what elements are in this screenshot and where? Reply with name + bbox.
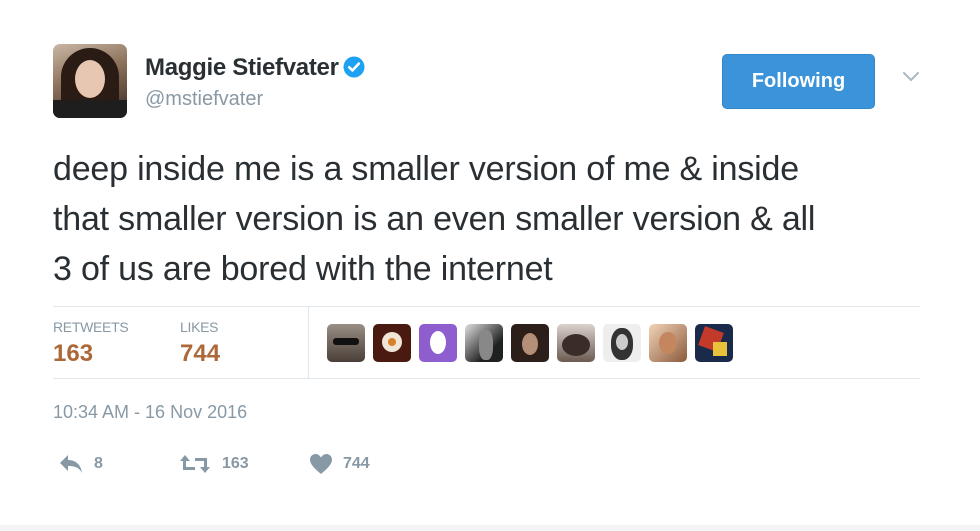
liker-avatar-bb8[interactable] [373, 324, 411, 362]
verified-badge-icon [343, 56, 365, 85]
liker-avatar-glasses[interactable] [327, 324, 365, 362]
tweet-line: deep inside me is a smaller version of m… [53, 150, 799, 188]
chevron-down-icon[interactable] [902, 70, 920, 82]
likers-avatar-row [327, 324, 733, 362]
user-avatar[interactable] [53, 44, 127, 118]
stats-top-divider [53, 306, 920, 307]
user-name-text[interactable]: Maggie Stiefvater [145, 54, 339, 81]
tweet-timestamp[interactable]: 10:34 AM - 16 Nov 2016 [53, 402, 247, 423]
liker-avatar-dark-hair[interactable] [511, 324, 549, 362]
stats-vertical-divider [308, 306, 309, 379]
retweet-icon[interactable] [178, 453, 212, 475]
retweets-count[interactable]: 163 [53, 340, 93, 368]
heart-icon[interactable] [309, 453, 333, 475]
liker-avatar-selfie[interactable] [557, 324, 595, 362]
retweet-action[interactable]: 163 [178, 452, 249, 476]
liker-avatar-warm-photo[interactable] [649, 324, 687, 362]
like-action[interactable]: 744 [309, 452, 370, 476]
avatar-face [75, 60, 105, 98]
liker-avatar-egg[interactable] [419, 324, 457, 362]
tweet-text: deep inside me is a smaller version of m… [53, 144, 933, 294]
bottom-edge [0, 525, 980, 531]
liker-avatar-bw-photo[interactable] [465, 324, 503, 362]
user-handle[interactable]: @mstiefvater [145, 88, 263, 111]
avatar-shirt [53, 100, 127, 118]
liker-avatar-bw-portrait[interactable] [603, 324, 641, 362]
tweet-line: 3 of us are bored with the internet [53, 250, 553, 288]
retweet-count: 163 [222, 455, 249, 472]
likes-label: LIKES [180, 319, 219, 335]
retweets-label: RETWEETS [53, 319, 129, 335]
following-button[interactable]: Following [722, 54, 875, 109]
liker-avatar-art[interactable] [695, 324, 733, 362]
like-count: 744 [343, 455, 370, 472]
reply-count: 8 [94, 455, 103, 472]
reply-icon[interactable] [58, 454, 84, 474]
user-display-name[interactable]: Maggie Stiefvater [145, 54, 365, 85]
likes-count[interactable]: 744 [180, 340, 220, 368]
stats-bottom-divider [53, 378, 920, 379]
tweet-line: that smaller version is an even smaller … [53, 200, 816, 238]
reply-action[interactable]: 8 [58, 452, 103, 476]
